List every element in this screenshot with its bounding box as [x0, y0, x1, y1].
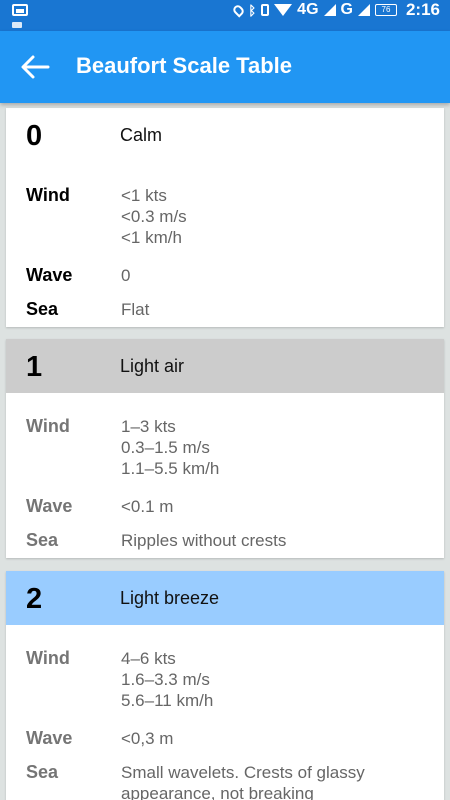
force-number: 2: [26, 583, 43, 615]
wave-label: Wave: [26, 265, 73, 285]
arrow-back-icon: [21, 55, 50, 79]
bluetooth-icon: ᛒ: [248, 2, 257, 18]
battery-icon: 76: [374, 4, 397, 16]
wave-value: <0.1 m: [121, 497, 174, 516]
force-number: 1: [26, 351, 43, 383]
card-header: 0 Calm: [6, 108, 444, 162]
scale-card-0[interactable]: 0 Calm Wind <1 kts <0.3 m/s <1 km/h Wave…: [6, 108, 444, 327]
status-time: 2:16: [405, 0, 440, 19]
wind-ms: <0.3 m/s: [121, 207, 187, 226]
sea-label: Sea: [26, 530, 59, 550]
force-number: 0: [26, 120, 43, 152]
app-bar: Beaufort Scale Table: [0, 31, 450, 103]
wind-kmh: 5.6–11 km/h: [121, 691, 214, 710]
wind-ms: 0.3–1.5 m/s: [121, 438, 210, 457]
sea-value-line-1: Small wavelets. Crests of glassy: [121, 763, 365, 782]
status-bar: ᛒ 4G G 76 2:16: [0, 0, 450, 31]
wind-kmh: 1.1–5.5 km/h: [121, 459, 220, 478]
image-notification-icon: [12, 4, 28, 16]
signal-2-icon: [357, 4, 370, 16]
sea-value: Ripples without crests: [121, 531, 287, 550]
signal-1-icon: [323, 4, 336, 16]
sea-value: Flat: [121, 300, 150, 319]
network-type-1: 4G: [297, 1, 319, 18]
wind-ms: 1.6–3.3 m/s: [121, 670, 210, 689]
status-icons: ᛒ 4G G 76 2:16: [231, 0, 440, 20]
wind-label: Wind: [26, 648, 70, 668]
wave-value: 0: [121, 266, 131, 285]
card-header: 1 Light air: [6, 339, 444, 393]
wave-label: Wave: [26, 728, 73, 748]
wind-kts: 1–3 kts: [121, 417, 176, 436]
wave-value: <0,3 m: [121, 729, 174, 748]
wind-label: Wind: [26, 416, 70, 436]
wind-kts: <1 kts: [121, 186, 167, 205]
force-name: Light breeze: [120, 588, 220, 608]
scale-card-1[interactable]: 1 Light air Wind 1–3 kts 0.3–1.5 m/s 1.1…: [6, 339, 444, 558]
wind-label: Wind: [26, 185, 70, 205]
location-icon: [231, 2, 246, 18]
sea-label: Sea: [26, 762, 59, 782]
sea-value-line-2: appearance, not breaking: [121, 784, 314, 800]
back-button[interactable]: [18, 51, 52, 83]
vibrate-icon: [261, 4, 270, 16]
network-type-2: G: [340, 1, 353, 18]
wind-kmh: <1 km/h: [121, 228, 182, 247]
wifi-icon: [274, 4, 293, 16]
wave-label: Wave: [26, 496, 73, 516]
sea-label: Sea: [26, 299, 59, 319]
notification-icon: [12, 22, 22, 28]
wind-kts: 4–6 kts: [121, 649, 176, 668]
force-name: Calm: [120, 125, 163, 145]
card-header: 2 Light breeze: [6, 571, 444, 625]
page-title: Beaufort Scale Table: [76, 53, 292, 78]
force-name: Light air: [120, 356, 185, 376]
scale-card-2[interactable]: 2 Light breeze Wind 4–6 kts 1.6–3.3 m/s …: [6, 571, 444, 800]
beaufort-list[interactable]: 0 Calm Wind <1 kts <0.3 m/s <1 km/h Wave…: [0, 103, 450, 800]
